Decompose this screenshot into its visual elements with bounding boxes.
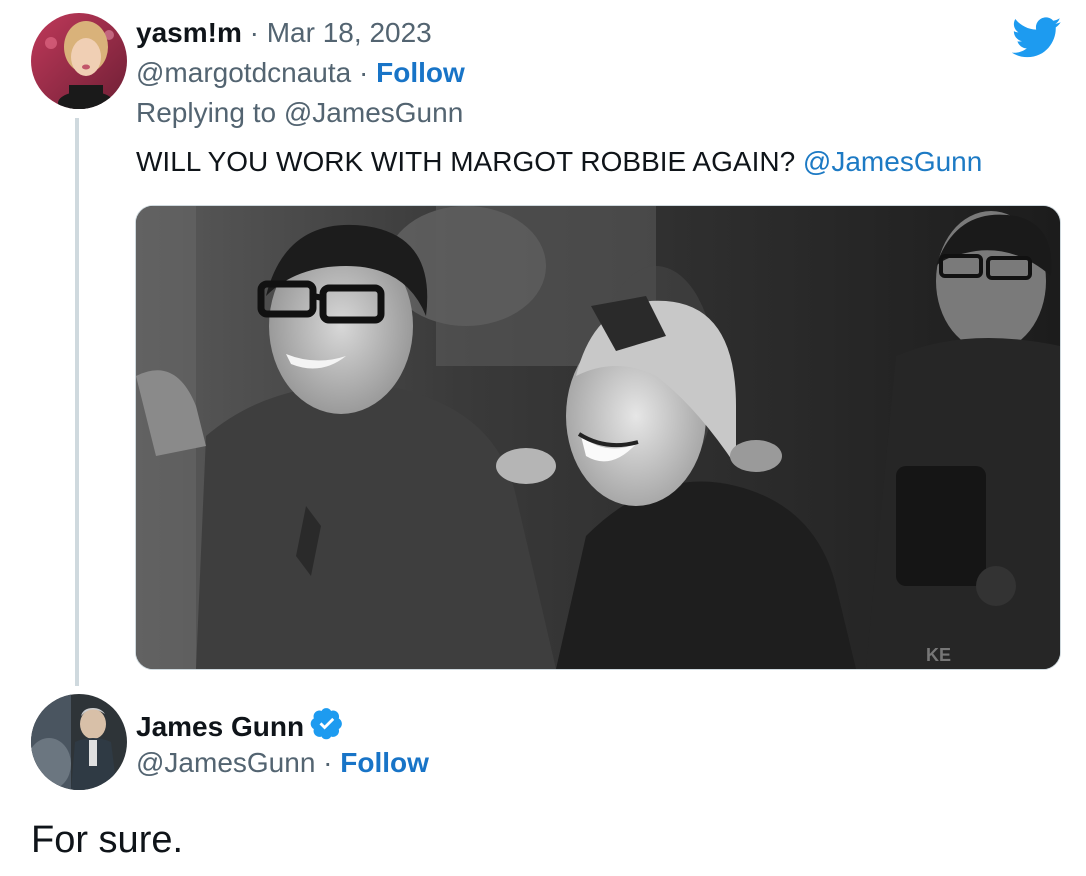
twitter-bird-icon[interactable] xyxy=(1011,17,1062,59)
svg-text:KE: KE xyxy=(926,645,951,665)
thread-connector-line xyxy=(75,118,79,686)
header-separator: · xyxy=(249,17,259,48)
reply-handle-separator: · xyxy=(323,747,333,778)
original-tweet-avatar[interactable] xyxy=(31,13,127,109)
reply-tweet-header: James Gunn xyxy=(136,706,344,744)
reply-tweet-handle-row: @JamesGunn · Follow xyxy=(136,746,429,780)
reply-tweet-avatar[interactable] xyxy=(31,694,127,790)
reply-tweet-display-name[interactable]: James Gunn xyxy=(136,711,304,742)
original-tweet-display-name[interactable]: yasm!m xyxy=(136,17,242,48)
reply-tweet-text: For sure. xyxy=(31,819,184,861)
verified-badge-icon xyxy=(310,706,344,740)
original-tweet-body: WILL YOU WORK WITH MARGOT ROBBIE AGAIN? xyxy=(136,146,796,177)
original-tweet-text: WILL YOU WORK WITH MARGOT ROBBIE AGAIN? … xyxy=(136,145,982,179)
original-tweet-header: yasm!m · Mar 18, 2023 xyxy=(136,16,432,50)
replying-to-line: Replying to @JamesGunn xyxy=(136,96,463,130)
original-tweet-date[interactable]: Mar 18, 2023 xyxy=(267,17,432,48)
reply-tweet-follow-button[interactable]: Follow xyxy=(340,747,429,778)
original-tweet-follow-button[interactable]: Follow xyxy=(376,57,465,88)
original-tweet-handle-row: @margotdcnauta · Follow xyxy=(136,56,465,90)
original-tweet-photo[interactable]: KE xyxy=(135,205,1061,670)
reply-tweet-handle[interactable]: @JamesGunn xyxy=(136,747,315,778)
replying-to-handle[interactable]: @JamesGunn xyxy=(284,97,463,128)
original-tweet-handle[interactable]: @margotdcnauta xyxy=(136,57,351,88)
replying-to-prefix: Replying to xyxy=(136,97,277,128)
handle-separator: · xyxy=(359,57,369,88)
original-tweet-mention[interactable]: @JamesGunn xyxy=(803,146,982,177)
